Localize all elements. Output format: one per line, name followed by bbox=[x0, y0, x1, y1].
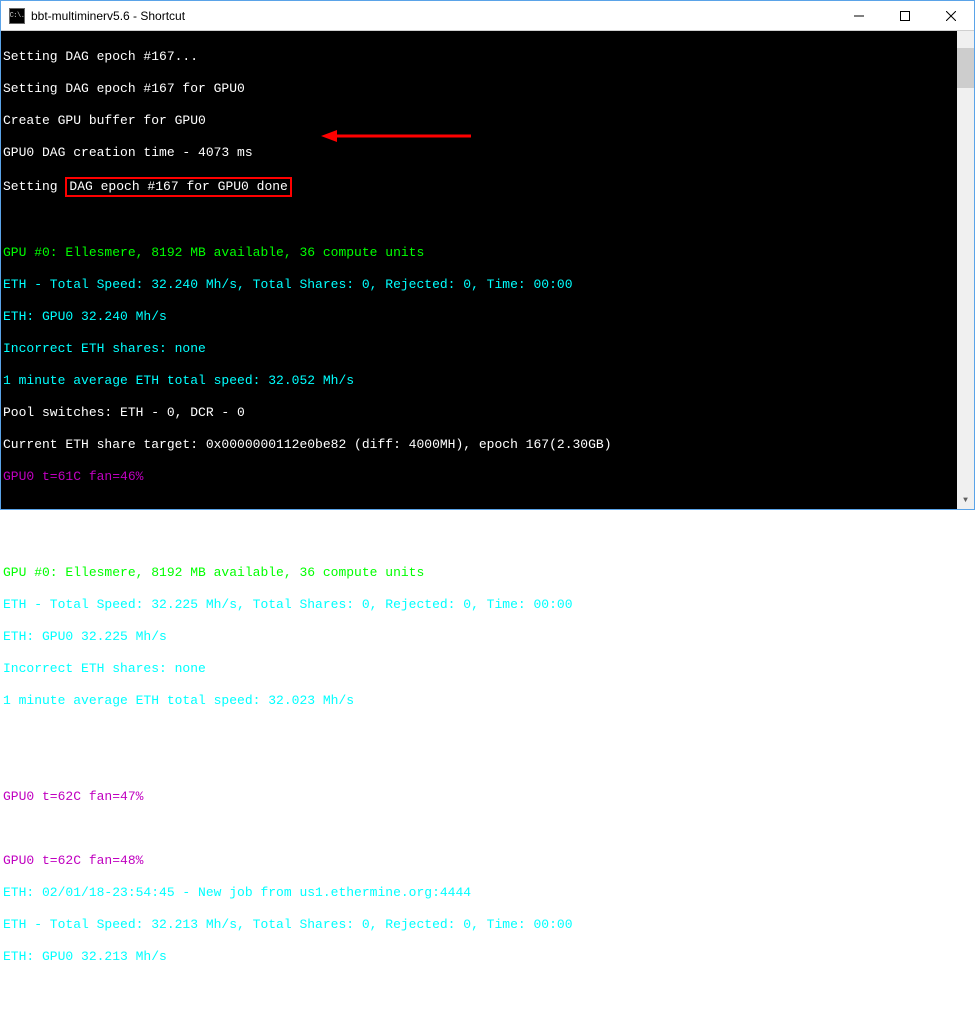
annotation-arrow-icon bbox=[321, 128, 471, 144]
console-line: Pool switches: ETH - 0, DCR - 0 bbox=[3, 725, 974, 741]
console-text: Setting bbox=[3, 179, 65, 194]
console-line: ETH: GPU0 32.240 Mh/s bbox=[3, 309, 974, 325]
window-title: bbt-multiminerv5.6 - Shortcut bbox=[31, 9, 836, 23]
maximize-button[interactable] bbox=[882, 1, 928, 31]
console-line bbox=[3, 501, 974, 517]
close-button[interactable] bbox=[928, 1, 974, 31]
console-line: GPU0 t=61C fan=46% bbox=[3, 469, 974, 485]
console-line: Incorrect ETH shares: none bbox=[3, 341, 974, 357]
scrollbar-thumb[interactable] bbox=[957, 48, 974, 88]
console-line: GPU0 t=62C fan=48% bbox=[3, 853, 974, 869]
console-line: Setting DAG epoch #167 for GPU0 bbox=[3, 81, 974, 97]
console-line bbox=[3, 213, 974, 229]
console-output[interactable]: Setting DAG epoch #167... Setting DAG ep… bbox=[1, 31, 974, 509]
console-line: ETH - Total Speed: 32.225 Mh/s, Total Sh… bbox=[3, 597, 974, 613]
highlight-box: DAG epoch #167 for GPU0 done bbox=[65, 177, 291, 197]
console-line: 1 minute average ETH total speed: 32.052… bbox=[3, 373, 974, 389]
console-line: Current ETH share target: 0x0000000112e0… bbox=[3, 757, 974, 773]
minimize-button[interactable] bbox=[836, 1, 882, 31]
app-icon: C:\. bbox=[9, 8, 25, 24]
console-line: Pool switches: ETH - 0, DCR - 0 bbox=[3, 405, 974, 421]
console-line: ETH: 02/01/18-23:54:45 - New job from us… bbox=[3, 885, 974, 901]
vertical-scrollbar[interactable]: ▲ ▼ bbox=[957, 31, 974, 509]
console-line: Current ETH share target: 0x0000000112e0… bbox=[3, 437, 974, 453]
window-controls bbox=[836, 1, 974, 31]
console-line: ETH: GPU0 32.213 Mh/s bbox=[3, 949, 974, 965]
console-line: GPU0 DAG creation time - 4073 ms bbox=[3, 145, 974, 161]
console-line: GPU #0: Ellesmere, 8192 MB available, 36… bbox=[3, 245, 974, 261]
console-line: Create GPU buffer for GPU0 bbox=[3, 113, 974, 129]
scroll-down-button[interactable]: ▼ bbox=[957, 492, 974, 509]
console-line: ETH - Total Speed: 32.240 Mh/s, Total Sh… bbox=[3, 277, 974, 293]
console-line bbox=[3, 533, 974, 549]
console-line: Incorrect ETH shares: none bbox=[3, 661, 974, 677]
window-titlebar: C:\. bbt-multiminerv5.6 - Shortcut bbox=[1, 1, 974, 31]
console-line bbox=[3, 821, 974, 837]
console-line: ETH - Total Speed: 32.213 Mh/s, Total Sh… bbox=[3, 917, 974, 933]
console-line: Setting DAG epoch #167 for GPU0 done bbox=[3, 177, 974, 197]
console-line: GPU0 t=62C fan=47% bbox=[3, 789, 974, 805]
console-line: ETH: GPU0 32.225 Mh/s bbox=[3, 629, 974, 645]
console-line: Setting DAG epoch #167... bbox=[3, 49, 974, 65]
console-line: 1 minute average ETH total speed: 32.023… bbox=[3, 693, 974, 709]
console-line: GPU #0: Ellesmere, 8192 MB available, 36… bbox=[3, 565, 974, 581]
